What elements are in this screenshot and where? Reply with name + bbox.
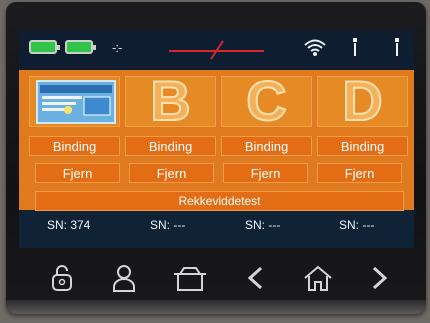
serial-number-c: SN: --- bbox=[245, 218, 281, 232]
channel-tile-b[interactable]: B bbox=[125, 70, 216, 132]
range-test-button[interactable]: Rekkeviddetest bbox=[35, 191, 404, 211]
serial-number-b: SN: --- bbox=[150, 218, 186, 232]
unlock-icon[interactable] bbox=[47, 263, 77, 293]
serial-number-d: SN: --- bbox=[339, 218, 375, 232]
antenna-icon bbox=[395, 38, 399, 56]
chevron-right-icon[interactable] bbox=[364, 263, 394, 293]
channel-letter: C bbox=[245, 69, 287, 132]
channel-tile-c[interactable]: C bbox=[221, 70, 312, 132]
user-icon[interactable] bbox=[109, 263, 139, 293]
channel-tile-d[interactable]: D bbox=[317, 70, 408, 132]
chevron-left-icon[interactable] bbox=[241, 263, 271, 293]
battery-icon bbox=[29, 40, 60, 54]
battery-icon bbox=[65, 40, 96, 54]
remove-button-c[interactable]: Fjern bbox=[223, 163, 308, 183]
binding-button-d[interactable]: Binding bbox=[317, 136, 408, 156]
bottom-nav bbox=[19, 255, 414, 300]
channel-letter: B bbox=[149, 69, 191, 132]
antenna-icon bbox=[353, 38, 357, 56]
channel-letter: D bbox=[341, 69, 383, 132]
binding-button-c[interactable]: Binding bbox=[221, 136, 312, 156]
screen: -:- A bbox=[19, 30, 414, 248]
binding-button-a[interactable]: Binding bbox=[29, 136, 120, 156]
remove-button-b[interactable]: Fjern bbox=[129, 163, 214, 183]
binding-button-b[interactable]: Binding bbox=[125, 136, 216, 156]
plug-status: -:- bbox=[112, 40, 122, 55]
serial-number-a: SN: 374 bbox=[47, 218, 91, 232]
device-edge bbox=[6, 300, 426, 314]
status-bar: -:- bbox=[19, 30, 414, 70]
wifi-icon bbox=[304, 39, 326, 56]
pot-icon[interactable] bbox=[172, 263, 208, 293]
remove-button-d[interactable]: Fjern bbox=[317, 163, 402, 183]
remove-button-a[interactable]: Fjern bbox=[35, 163, 120, 183]
home-icon[interactable] bbox=[302, 263, 334, 293]
channel-tile-a[interactable]: A bbox=[29, 70, 120, 132]
link-status-icon bbox=[169, 40, 264, 60]
preview-thumbnail bbox=[36, 80, 116, 124]
